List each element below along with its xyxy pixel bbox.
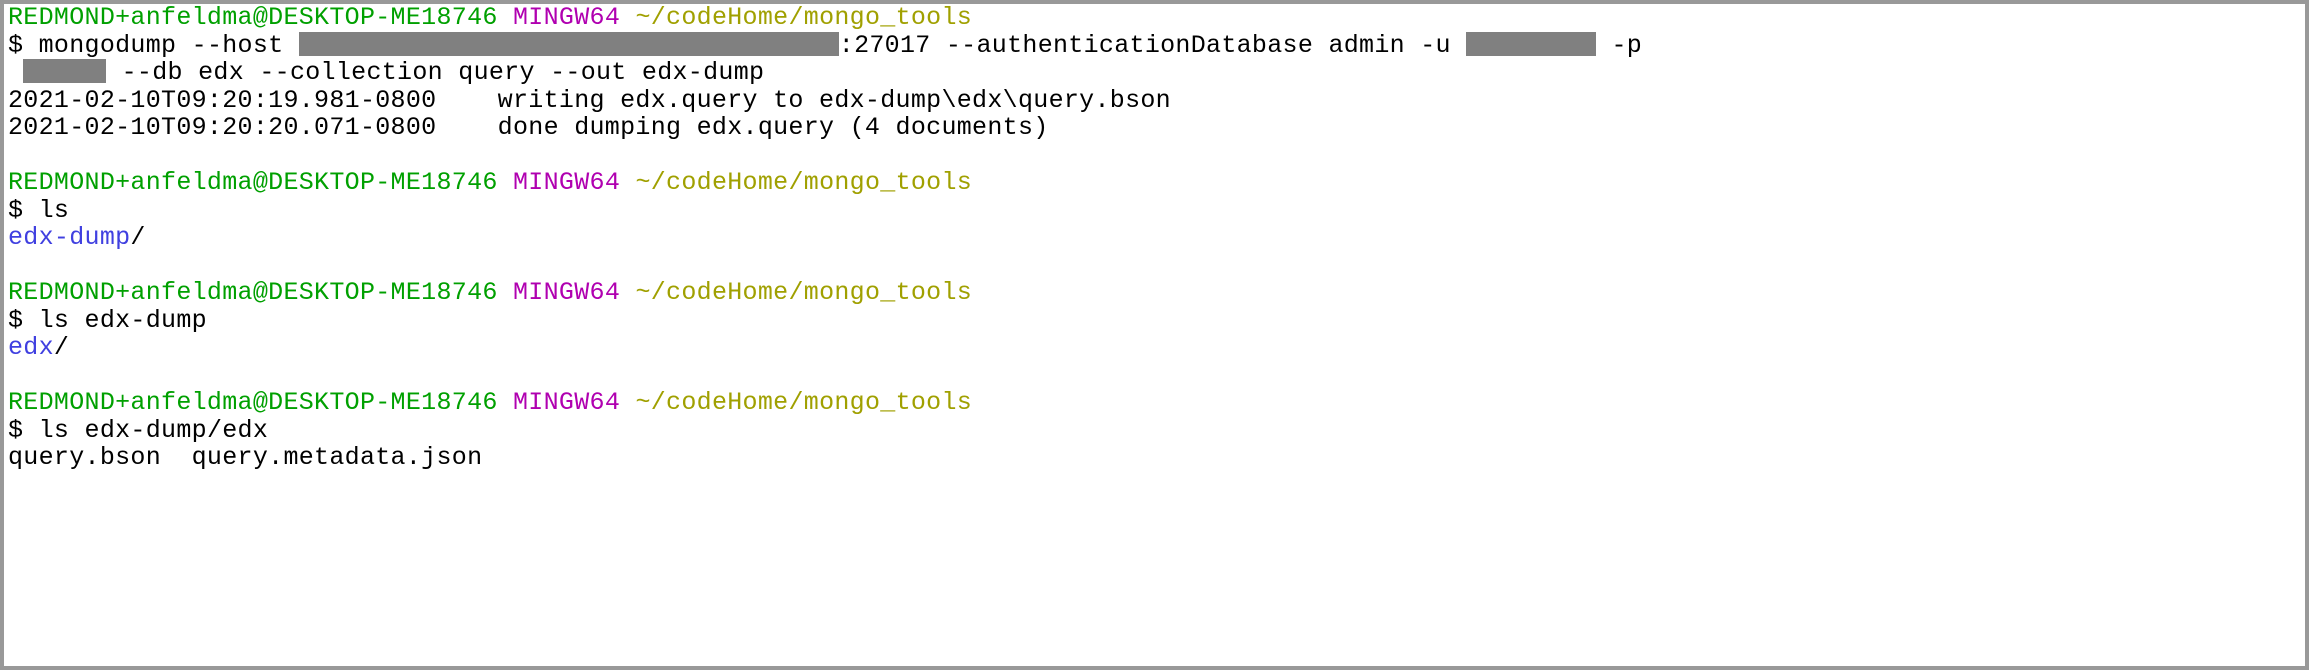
terminal-window[interactable]: REDMOND+anfeldma@DESKTOP-ME18746 MINGW64… [0,0,2309,670]
cwd-path: ~/codeHome/mongo_tools [635,278,972,307]
cmd-text: -p [1596,31,1642,60]
redacted-password [23,59,106,83]
cwd-path: ~/codeHome/mongo_tools [635,388,972,417]
blank-line [8,252,2301,280]
output-text: 2021-02-10T09:20:19.981-0800 writing edx… [8,86,1171,115]
output-line: edx-dump/ [8,224,2301,252]
output-line: 2021-02-10T09:20:19.981-0800 writing edx… [8,87,2301,115]
cmd-text: ls [23,196,69,225]
slash: / [130,223,145,252]
output-line: query.bson query.metadata.json [8,444,2301,472]
mingw-label: MINGW64 [513,278,620,307]
prompt-symbol: $ [8,306,23,335]
output-text: 2021-02-10T09:20:20.071-0800 done dumpin… [8,113,1049,142]
blank-line [8,362,2301,390]
mingw-label: MINGW64 [513,3,620,32]
blank-line [8,142,2301,170]
cwd-path: ~/codeHome/mongo_tools [635,168,972,197]
mingw-label: MINGW64 [513,388,620,417]
prompt-line: REDMOND+anfeldma@DESKTOP-ME18746 MINGW64… [8,389,2301,417]
prompt-line: REDMOND+anfeldma@DESKTOP-ME18746 MINGW64… [8,169,2301,197]
command-line: $ ls edx-dump/edx [8,417,2301,445]
cmd-text: --db edx --collection query --out edx-du… [106,58,764,87]
mingw-label: MINGW64 [513,168,620,197]
output-line: 2021-02-10T09:20:20.071-0800 done dumpin… [8,114,2301,142]
command-line: $ mongodump --host :27017 --authenticati… [8,32,2301,60]
user-host: REDMOND+anfeldma@DESKTOP-ME18746 [8,278,498,307]
cmd-text: :27017 --authenticationDatabase admin -u [839,31,1466,60]
directory-name: edx [8,333,54,362]
cwd-path: ~/codeHome/mongo_tools [635,3,972,32]
command-line: $ ls [8,197,2301,225]
output-text: query.bson query.metadata.json [8,443,482,472]
prompt-line: REDMOND+anfeldma@DESKTOP-ME18746 MINGW64… [8,279,2301,307]
output-line: edx/ [8,334,2301,362]
cmd-text: ls edx-dump/edx [23,416,268,445]
user-host: REDMOND+anfeldma@DESKTOP-ME18746 [8,168,498,197]
command-line-cont: --db edx --collection query --out edx-du… [8,59,2301,87]
redacted-user [1466,32,1596,56]
cmd-text: mongodump --host [23,31,298,60]
prompt-symbol: $ [8,416,23,445]
user-host: REDMOND+anfeldma@DESKTOP-ME18746 [8,388,498,417]
prompt-line: REDMOND+anfeldma@DESKTOP-ME18746 MINGW64… [8,4,2301,32]
slash: / [54,333,69,362]
directory-name: edx-dump [8,223,130,252]
redacted-host [299,32,839,56]
user-host: REDMOND+anfeldma@DESKTOP-ME18746 [8,3,498,32]
prompt-symbol: $ [8,196,23,225]
command-line: $ ls edx-dump [8,307,2301,335]
cmd-text: ls edx-dump [23,306,207,335]
prompt-symbol: $ [8,31,23,60]
